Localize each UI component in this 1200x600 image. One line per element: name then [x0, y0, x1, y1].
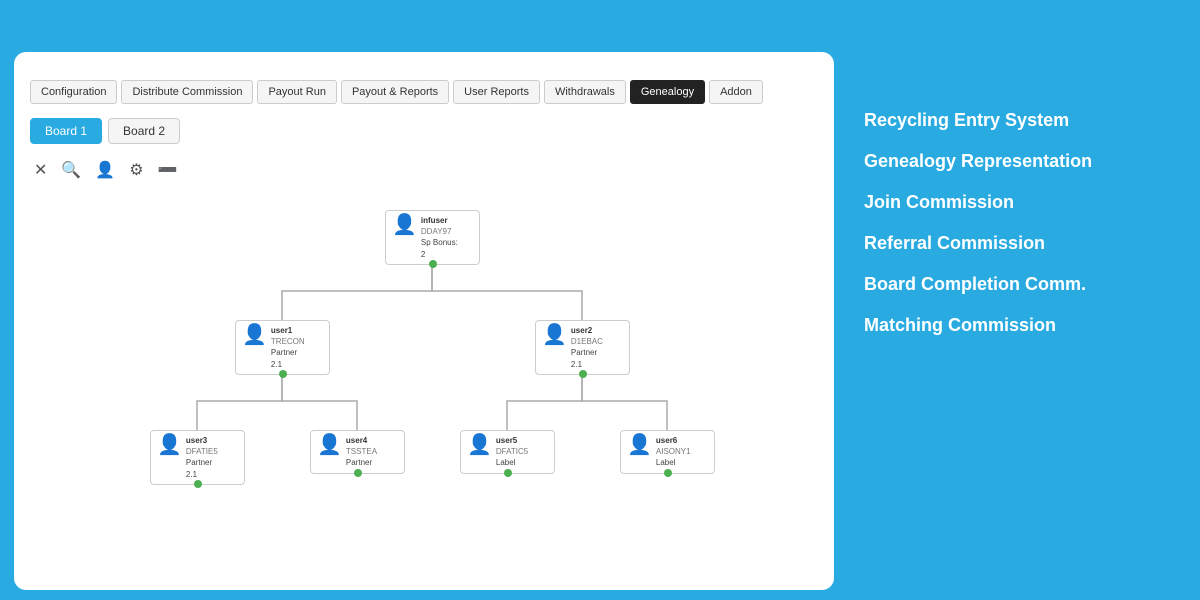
- board-buttons: Board 1Board 2: [30, 118, 818, 144]
- node-info: user5 DFATIC5 Label: [496, 435, 528, 469]
- user-icon[interactable]: 👤: [95, 160, 115, 180]
- sidebar-item-4[interactable]: Board Completion Comm.: [864, 274, 1176, 295]
- main-panel: ConfigurationDistribute CommissionPayout…: [14, 52, 834, 590]
- node-dot: [504, 469, 512, 477]
- sidebar-item-2[interactable]: Join Commission: [864, 192, 1176, 213]
- node-info: user6 AISONY1 Label: [656, 435, 691, 469]
- search-icon[interactable]: 🔍: [61, 160, 81, 180]
- tree-node-ll[interactable]: 👤 user3 DFATIE5 Partner 2.1: [150, 430, 245, 485]
- tab-withdrawals[interactable]: Withdrawals: [544, 80, 626, 104]
- tab-configuration[interactable]: Configuration: [30, 80, 117, 104]
- node-avatar: 👤: [542, 325, 567, 345]
- tree-node-lr[interactable]: 👤 user4 TSSTEA Partner: [310, 430, 405, 474]
- right-sidebar: Recycling Entry System Genealogy Represen…: [840, 90, 1200, 356]
- node-avatar: 👤: [627, 435, 652, 455]
- node-info: user3 DFATIE5 Partner 2.1: [186, 435, 218, 480]
- page-title: [0, 0, 840, 16]
- node-info: user1 TRECON Partner 2.1: [271, 325, 305, 370]
- tab-genealogy[interactable]: Genealogy: [630, 80, 705, 104]
- icon-toolbar: ✕ 🔍 👤 ⚙ ➖: [30, 160, 818, 180]
- tab-payout-run[interactable]: Payout Run: [257, 80, 336, 104]
- tree-node-rl[interactable]: 👤 user5 DFATIC5 Label: [460, 430, 555, 474]
- node-dot: [664, 469, 672, 477]
- node-info: user4 TSSTEA Partner: [346, 435, 377, 469]
- node-info: infuser DDAY97 Sp Bonus: 2: [421, 215, 458, 260]
- cross-icon[interactable]: ✕: [34, 160, 47, 180]
- node-avatar: 👤: [467, 435, 492, 455]
- board-btn-2[interactable]: Board 2: [108, 118, 180, 144]
- node-avatar: 👤: [392, 215, 417, 235]
- node-avatar: 👤: [242, 325, 267, 345]
- sidebar-item-0[interactable]: Recycling Entry System: [864, 110, 1176, 131]
- tab-addon[interactable]: Addon: [709, 80, 763, 104]
- minus-icon[interactable]: ➖: [158, 160, 178, 180]
- tab-user-reports[interactable]: User Reports: [453, 80, 540, 104]
- tabs-container: ConfigurationDistribute CommissionPayout…: [30, 80, 818, 104]
- tree-node-rr[interactable]: 👤 user6 AISONY1 Label: [620, 430, 715, 474]
- node-dot: [354, 469, 362, 477]
- tree-node-root[interactable]: 👤 infuser DDAY97 Sp Bonus: 2: [385, 210, 480, 265]
- sidebar-item-1[interactable]: Genealogy Representation: [864, 151, 1176, 172]
- node-dot: [279, 370, 287, 378]
- tab-distribute-commission[interactable]: Distribute Commission: [121, 80, 253, 104]
- node-dot: [194, 480, 202, 488]
- node-dot: [579, 370, 587, 378]
- settings-icon[interactable]: ⚙: [129, 160, 143, 180]
- tree-node-left[interactable]: 👤 user1 TRECON Partner 2.1: [235, 320, 330, 375]
- sidebar-item-5[interactable]: Matching Commission: [864, 315, 1176, 336]
- tab-payout-&-reports[interactable]: Payout & Reports: [341, 80, 449, 104]
- board-btn-1[interactable]: Board 1: [30, 118, 102, 144]
- node-info: user2 D1EBAC Partner 2.1: [571, 325, 603, 370]
- tree-node-right[interactable]: 👤 user2 D1EBAC Partner 2.1: [535, 320, 630, 375]
- node-avatar: 👤: [317, 435, 342, 455]
- node-dot: [429, 260, 437, 268]
- tree-area: 👤 infuser DDAY97 Sp Bonus: 2 👤 user1 TRE…: [30, 190, 818, 550]
- node-avatar: 👤: [157, 435, 182, 455]
- sidebar-item-3[interactable]: Referral Commission: [864, 233, 1176, 254]
